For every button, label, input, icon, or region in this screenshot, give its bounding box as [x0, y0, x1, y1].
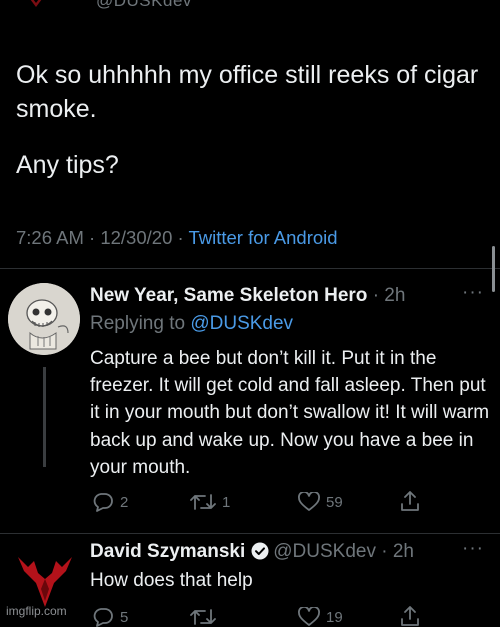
reply-1-header: New Year, Same Skeleton Hero · 2h	[90, 285, 405, 307]
reply-1-time[interactable]: 2h	[384, 285, 405, 306]
verified-icon	[251, 542, 269, 566]
reply-2-time[interactable]: 2h	[393, 541, 414, 562]
replying-prefix: Replying to	[90, 313, 186, 334]
reply-1-separator: ·	[372, 285, 385, 306]
divider	[0, 268, 500, 269]
meta-separator: ·	[177, 227, 189, 248]
share-icon	[400, 605, 420, 627]
main-tweet-text: Ok so uhhhhh my office still reeks of ci…	[16, 58, 486, 204]
like-icon	[298, 607, 320, 627]
david-avatar[interactable]	[14, 549, 76, 611]
reply-1-like-button[interactable]: 59	[298, 492, 343, 512]
reply-2-share-button[interactable]	[400, 605, 420, 627]
top-handle[interactable]: @DUSKdev	[96, 0, 192, 11]
reply-2-header: David Szymanski @DUSKdev · 2h	[90, 541, 414, 566]
like-count: 19	[326, 608, 343, 626]
reply-icon	[92, 492, 114, 512]
like-icon	[298, 492, 320, 512]
meta-separator: ·	[89, 227, 101, 248]
reply-1-share-button[interactable]	[400, 490, 420, 512]
reply-2-text: How does that help	[90, 570, 253, 591]
replying-to: Replying to @DUSKdev	[90, 313, 293, 335]
watermark: imgflip.com	[6, 604, 67, 618]
reply-1-retweet-button[interactable]: 1	[190, 492, 230, 512]
tweet-source-link[interactable]: Twitter for Android	[188, 227, 337, 248]
reply-1-more-icon[interactable]: ···	[462, 282, 484, 304]
replying-handle-link[interactable]: @DUSKdev	[190, 313, 293, 334]
tweet-date: 12/30/20	[100, 227, 173, 248]
reply-1-author-name[interactable]: New Year, Same Skeleton Hero	[90, 285, 367, 306]
reply-2-retweet-button[interactable]	[190, 607, 222, 627]
reply-2-like-button[interactable]: 19	[298, 607, 343, 627]
reply-count: 2	[120, 493, 129, 511]
skeleton-avatar[interactable]	[8, 283, 80, 355]
retweet-icon	[190, 607, 216, 627]
main-tweet-line-2: Any tips?	[16, 151, 119, 179]
reply-1-reply-button[interactable]: 2	[92, 492, 128, 512]
share-icon	[400, 490, 420, 512]
reply-2-reply-button[interactable]: 5	[92, 607, 128, 627]
reply-count: 5	[120, 608, 129, 626]
reply-icon	[92, 607, 114, 627]
thread-line	[43, 367, 46, 467]
scrollbar-thumb[interactable]	[492, 246, 495, 292]
tweet-meta: 7:26 AM · 12/30/20 · Twitter for Android	[16, 227, 338, 249]
reply-1-text: Capture a bee but don’t kill it. Put it …	[90, 348, 490, 478]
retweet-icon	[190, 492, 216, 512]
reply-2-separator: ·	[381, 541, 388, 562]
like-count: 59	[326, 493, 343, 511]
reply-2-more-icon[interactable]: ···	[462, 538, 484, 560]
main-tweet-line-1: Ok so uhhhhh my office still reeks of ci…	[16, 61, 479, 123]
divider	[0, 533, 500, 534]
avatar-fragment	[28, 0, 44, 7]
reply-2-handle[interactable]: @DUSKdev	[273, 541, 376, 562]
reply-2-author-name[interactable]: David Szymanski	[90, 541, 245, 562]
tweet-time: 7:26 AM	[16, 227, 84, 248]
retweet-count: 1	[222, 493, 231, 511]
